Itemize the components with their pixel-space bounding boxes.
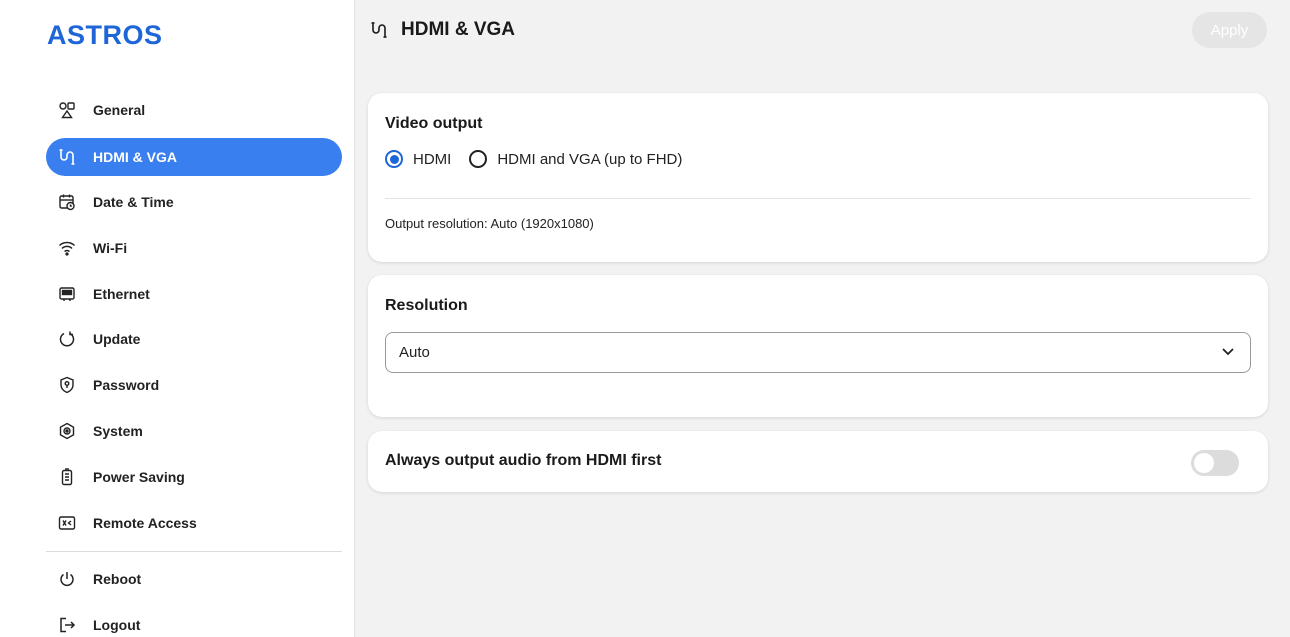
app-logo: ASTROS	[47, 20, 163, 50]
video-output-title: Video output	[385, 115, 483, 132]
video-output-card: Video output HDMI HDMI and VGA (up to FH…	[368, 93, 1268, 262]
sidebar-item-logout[interactable]: Logout	[46, 606, 342, 637]
sidebar-item-system[interactable]: System	[46, 412, 342, 450]
sidebar-item-date-time[interactable]: Date & Time	[46, 183, 342, 221]
audio-toggle[interactable]	[1191, 450, 1239, 476]
sidebar-item-label: Update	[93, 331, 141, 347]
settings-icon	[58, 422, 76, 440]
sidebar-item-label: Password	[93, 377, 160, 393]
radio-hdmi-vga[interactable]	[469, 150, 488, 168]
sidebar-item-update[interactable]: Update	[46, 320, 342, 358]
ethernet-icon	[58, 285, 76, 303]
page-title: HDMI & VGA	[401, 19, 515, 40]
power-icon	[58, 570, 76, 588]
shapes-icon	[58, 101, 76, 119]
output-resolution-text: Output resolution: Auto (1920x1080)	[385, 216, 594, 231]
video-output-radio-group: HDMI HDMI and VGA (up to FHD)	[385, 150, 700, 168]
sidebar-item-power-saving[interactable]: Power Saving	[46, 458, 342, 496]
sidebar-item-reboot[interactable]: Reboot	[46, 560, 342, 598]
sidebar-item-label: General	[93, 102, 146, 118]
resolution-card: Resolution Auto	[368, 275, 1268, 417]
sidebar-item-label: Wi-Fi	[93, 240, 128, 256]
hdmi-icon	[370, 21, 388, 39]
hdmi-icon	[58, 148, 76, 166]
sidebar-item-label: HDMI & VGA	[93, 149, 177, 165]
audio-card: Always output audio from HDMI first	[368, 431, 1268, 492]
battery-icon	[58, 468, 76, 486]
shield-lock-icon	[58, 376, 76, 394]
apply-button[interactable]: Apply	[1192, 12, 1267, 48]
sidebar-item-hdmi-vga[interactable]: HDMI & VGA	[46, 138, 342, 176]
sidebar-item-label: Ethernet	[93, 286, 150, 302]
sidebar-item-label: Reboot	[93, 571, 142, 587]
page-header: HDMI & VGA	[370, 19, 515, 41]
sidebar-item-label: Date & Time	[93, 194, 174, 210]
sidebar-item-label: Logout	[93, 617, 141, 633]
sidebar-item-general[interactable]: General	[46, 91, 342, 129]
wifi-icon	[58, 239, 76, 257]
sidebar-item-label: System	[93, 423, 143, 439]
resolution-title: Resolution	[385, 297, 468, 314]
resolution-select-value: Auto	[399, 344, 430, 361]
calendar-clock-icon	[58, 193, 76, 211]
sidebar-item-password[interactable]: Password	[46, 366, 342, 404]
sidebar-item-wifi[interactable]: Wi-Fi	[46, 229, 342, 267]
radio-hdmi-label[interactable]: HDMI	[413, 151, 451, 168]
resolution-select[interactable]: Auto	[385, 332, 1251, 373]
remote-access-icon	[58, 514, 76, 532]
sidebar: ASTROS General HDMI & VGA Date & Time Wi…	[0, 0, 355, 637]
sidebar-divider	[46, 551, 342, 552]
main-content: HDMI & VGA Apply Video output HDMI HDMI …	[356, 0, 1290, 637]
sidebar-item-label: Remote Access	[93, 515, 197, 531]
card-divider	[385, 198, 1251, 199]
sidebar-item-ethernet[interactable]: Ethernet	[46, 275, 342, 313]
audio-label: Always output audio from HDMI first	[385, 452, 662, 469]
sidebar-item-remote-access[interactable]: Remote Access	[46, 504, 342, 542]
radio-hdmi-vga-label[interactable]: HDMI and VGA (up to FHD)	[497, 151, 682, 168]
logout-icon	[58, 616, 76, 634]
refresh-icon	[58, 330, 76, 348]
chevron-down-icon	[1220, 343, 1236, 363]
radio-hdmi[interactable]	[385, 150, 403, 168]
sidebar-item-label: Power Saving	[93, 469, 185, 485]
